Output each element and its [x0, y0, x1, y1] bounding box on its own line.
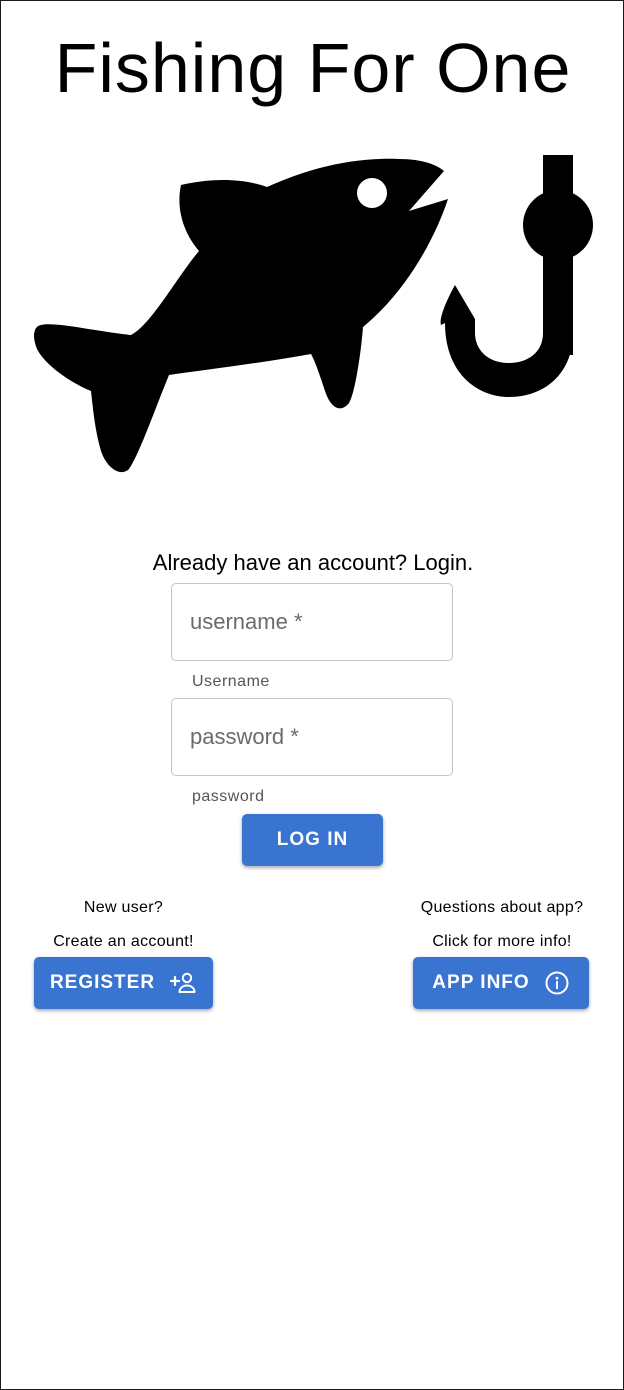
fish-eye	[357, 178, 387, 208]
login-heading: Already have an account? Login.	[152, 550, 474, 575]
info-prompt-line2: Click for more info!	[432, 933, 572, 950]
password-helper-text: password	[192, 788, 265, 805]
password-field[interactable]	[171, 698, 453, 776]
add-person-icon	[169, 971, 197, 995]
app-info-button[interactable]: APP INFO	[413, 957, 589, 1009]
page-title: Fishing For One	[54, 29, 572, 107]
hook-eye-ball	[523, 190, 593, 260]
username-field[interactable]	[171, 583, 453, 661]
info-circle-icon	[544, 970, 570, 996]
password-input[interactable]	[172, 699, 452, 775]
register-prompt-line2: Create an account!	[53, 933, 194, 950]
app-info-button-label: APP INFO	[432, 972, 530, 993]
register-button-label: REGISTER	[49, 972, 156, 993]
username-helper-text: Username	[192, 673, 270, 690]
login-button-label: LOG IN	[276, 829, 349, 850]
register-button[interactable]: REGISTER	[34, 957, 213, 1009]
username-input[interactable]	[172, 584, 452, 660]
fish-body	[34, 158, 448, 473]
app-frame: Fishing For One Already have an account?…	[0, 0, 624, 1390]
fish-with-hook-icon	[34, 155, 593, 473]
register-prompt-line1: New user?	[83, 899, 164, 916]
login-button[interactable]: LOG IN	[242, 814, 383, 866]
info-prompt-line1: Questions about app?	[420, 899, 584, 916]
